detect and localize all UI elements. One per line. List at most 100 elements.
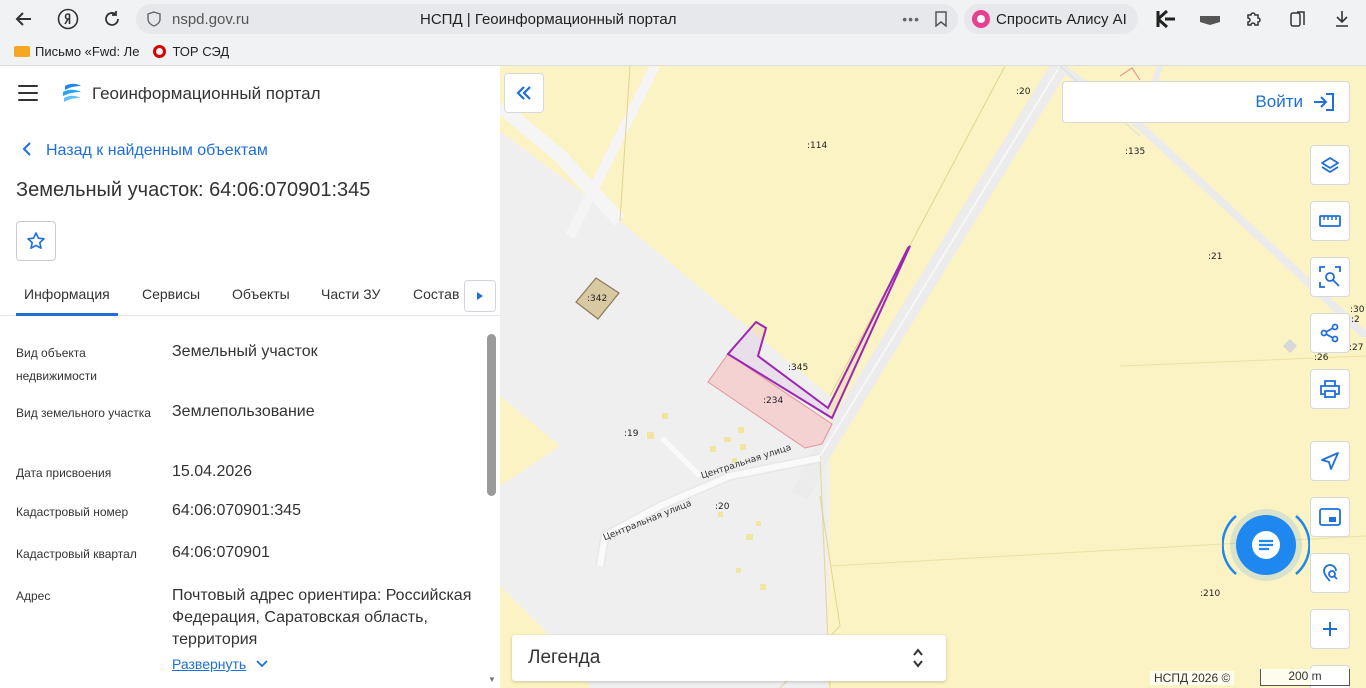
more-icon[interactable]: ••• bbox=[902, 11, 920, 27]
parcel-label: :20 bbox=[715, 502, 730, 512]
legend-label: Легенда bbox=[528, 647, 601, 668]
print-button[interactable] bbox=[1310, 369, 1350, 409]
portal-logo-icon bbox=[63, 83, 81, 102]
locate-search-button[interactable] bbox=[1310, 553, 1350, 593]
expand-collapse-icon[interactable] bbox=[912, 647, 924, 670]
bookmark-label: Письмо «Fwd: Ле bbox=[35, 44, 140, 59]
tor-sed-icon bbox=[153, 45, 167, 58]
bookmark-item-tor[interactable]: ТОР СЭД bbox=[153, 44, 229, 59]
download-icon[interactable] bbox=[1327, 4, 1357, 34]
parcel-label: :20 bbox=[1016, 87, 1031, 97]
prop-label: Дата присвоения bbox=[16, 466, 112, 480]
bookmarks-bar: Письмо «Fwd: Ле ТОР СЭД bbox=[0, 38, 1366, 66]
bookmark-item-mail[interactable]: Письмо «Fwd: Ле bbox=[14, 44, 139, 59]
chat-icon bbox=[1252, 531, 1280, 559]
parcel-label: :26 bbox=[1314, 353, 1329, 363]
tabs-bar: Информация Сервисы Объекты Части ЗУ Сост… bbox=[0, 272, 500, 316]
prop-value: 64:06:070901 bbox=[172, 544, 270, 561]
bookmark-icon[interactable] bbox=[934, 11, 948, 27]
login-label: Войти bbox=[1255, 92, 1303, 111]
active-tab-indicator bbox=[16, 313, 118, 316]
chevron-left-icon bbox=[22, 140, 32, 161]
browser-toolbar: nspd.gov.ru НСПД | Геоинформационный пор… bbox=[0, 0, 1366, 38]
parcel-label: :135 bbox=[1125, 147, 1146, 157]
login-icon bbox=[1314, 93, 1334, 111]
prop-value-address: Почтовый адрес ориентира: Российская Фед… bbox=[172, 587, 472, 648]
parcel-label: :27 bbox=[1349, 343, 1364, 353]
info-panel: Геоинформационный портал Назад к найденн… bbox=[0, 66, 500, 688]
ask-alisa-button[interactable]: Спросить Алису AI bbox=[964, 4, 1138, 34]
back-to-results-link[interactable]: Назад к найденным объектам bbox=[22, 140, 268, 161]
double-chevron-left-icon bbox=[516, 86, 531, 100]
reload-icon[interactable] bbox=[97, 4, 127, 34]
map-view[interactable]: :20 :114 :135 :21 :342 :345 :234 :19 :20… bbox=[500, 66, 1366, 688]
print-icon bbox=[1320, 380, 1340, 398]
tab-composition[interactable]: Состав bbox=[413, 286, 459, 302]
caret-right-icon bbox=[477, 292, 483, 300]
prop-value: Земельный участок bbox=[172, 343, 318, 360]
prop-value: 64:06:070901:345 bbox=[172, 502, 302, 519]
collapse-panel-button[interactable] bbox=[504, 73, 544, 113]
tab-parts[interactable]: Части ЗУ bbox=[321, 286, 380, 302]
favorite-button[interactable] bbox=[16, 221, 56, 261]
layers-button[interactable] bbox=[1310, 145, 1350, 185]
parcel-label: :30 bbox=[1350, 305, 1365, 315]
tabs-scroll-right-button[interactable] bbox=[464, 280, 496, 312]
area-select-icon bbox=[1319, 266, 1341, 288]
alisa-icon bbox=[972, 10, 990, 28]
login-button[interactable]: Войти bbox=[1062, 81, 1350, 123]
prop-value: 15.04.2026 bbox=[172, 463, 253, 480]
tab-info[interactable]: Информация bbox=[24, 286, 110, 302]
kinopoisk-icon[interactable] bbox=[1151, 4, 1181, 34]
menu-icon[interactable] bbox=[18, 85, 38, 101]
parcel-label: :210 bbox=[1200, 589, 1221, 599]
prop-label: Вид объекта недвижимости bbox=[16, 346, 97, 383]
minimap-button[interactable] bbox=[1310, 497, 1350, 537]
back-label: Назад к найденным объектам bbox=[46, 141, 268, 159]
bookmark-label: ТОР СЭД bbox=[172, 44, 230, 59]
navigation-arrow-icon bbox=[1321, 452, 1339, 470]
parcel-label: :2 bbox=[1351, 315, 1360, 325]
star-icon bbox=[27, 232, 45, 249]
prop-label: Вид земельного участка bbox=[16, 406, 151, 420]
chat-button[interactable] bbox=[1236, 515, 1296, 575]
expand-label: Развернуть bbox=[172, 656, 247, 672]
chevron-down-icon bbox=[256, 657, 268, 671]
address-bar[interactable]: nspd.gov.ru НСПД | Геоинформационный пор… bbox=[136, 4, 958, 34]
expand-link[interactable]: Развернуть bbox=[172, 656, 268, 672]
scroll-down-arrow-icon[interactable]: ▼ bbox=[488, 675, 496, 684]
shield-icon bbox=[147, 11, 161, 27]
tab-objects[interactable]: Объекты bbox=[232, 286, 290, 302]
parcel-label: :345 bbox=[788, 363, 809, 373]
ruler-button[interactable] bbox=[1310, 201, 1350, 241]
parcel-label: :114 bbox=[807, 141, 828, 151]
prop-label: Кадастровый номер bbox=[16, 505, 129, 519]
alisa-label: Спросить Алису AI bbox=[996, 10, 1127, 28]
extension-icon[interactable] bbox=[1195, 4, 1225, 34]
layers-icon bbox=[1321, 157, 1339, 173]
legend-panel[interactable]: Легенда bbox=[512, 635, 946, 681]
parcel-label: :19 bbox=[624, 429, 639, 439]
map-canvas bbox=[500, 66, 1366, 688]
parcel-label: :234 bbox=[763, 396, 784, 406]
geolocation-button[interactable] bbox=[1310, 441, 1350, 481]
prop-value: Землепользование bbox=[172, 403, 315, 420]
back-arrow-icon[interactable] bbox=[9, 4, 39, 34]
page-title: Земельный участок: 64:06:070901:345 bbox=[16, 179, 371, 201]
panel-header: Геоинформационный портал bbox=[0, 66, 500, 122]
yandex-icon[interactable] bbox=[53, 4, 83, 34]
share-button[interactable] bbox=[1310, 313, 1350, 353]
ruler-icon bbox=[1319, 215, 1341, 227]
puzzle-icon[interactable] bbox=[1239, 4, 1269, 34]
url-text: nspd.gov.ru bbox=[172, 10, 250, 28]
parcel-label: :342 bbox=[587, 294, 608, 304]
scrollbar-thumb[interactable] bbox=[487, 334, 496, 496]
area-search-button[interactable] bbox=[1310, 257, 1350, 297]
tab-services[interactable]: Сервисы bbox=[142, 286, 200, 302]
app-title: Геоинформационный портал bbox=[92, 84, 321, 103]
zoom-in-button[interactable] bbox=[1310, 609, 1350, 649]
parcel-label: :21 bbox=[1208, 252, 1223, 262]
plus-icon bbox=[1323, 622, 1337, 636]
page-tab-title: НСПД | Геоинформационный портал bbox=[420, 10, 677, 28]
collections-icon[interactable] bbox=[1283, 4, 1313, 34]
